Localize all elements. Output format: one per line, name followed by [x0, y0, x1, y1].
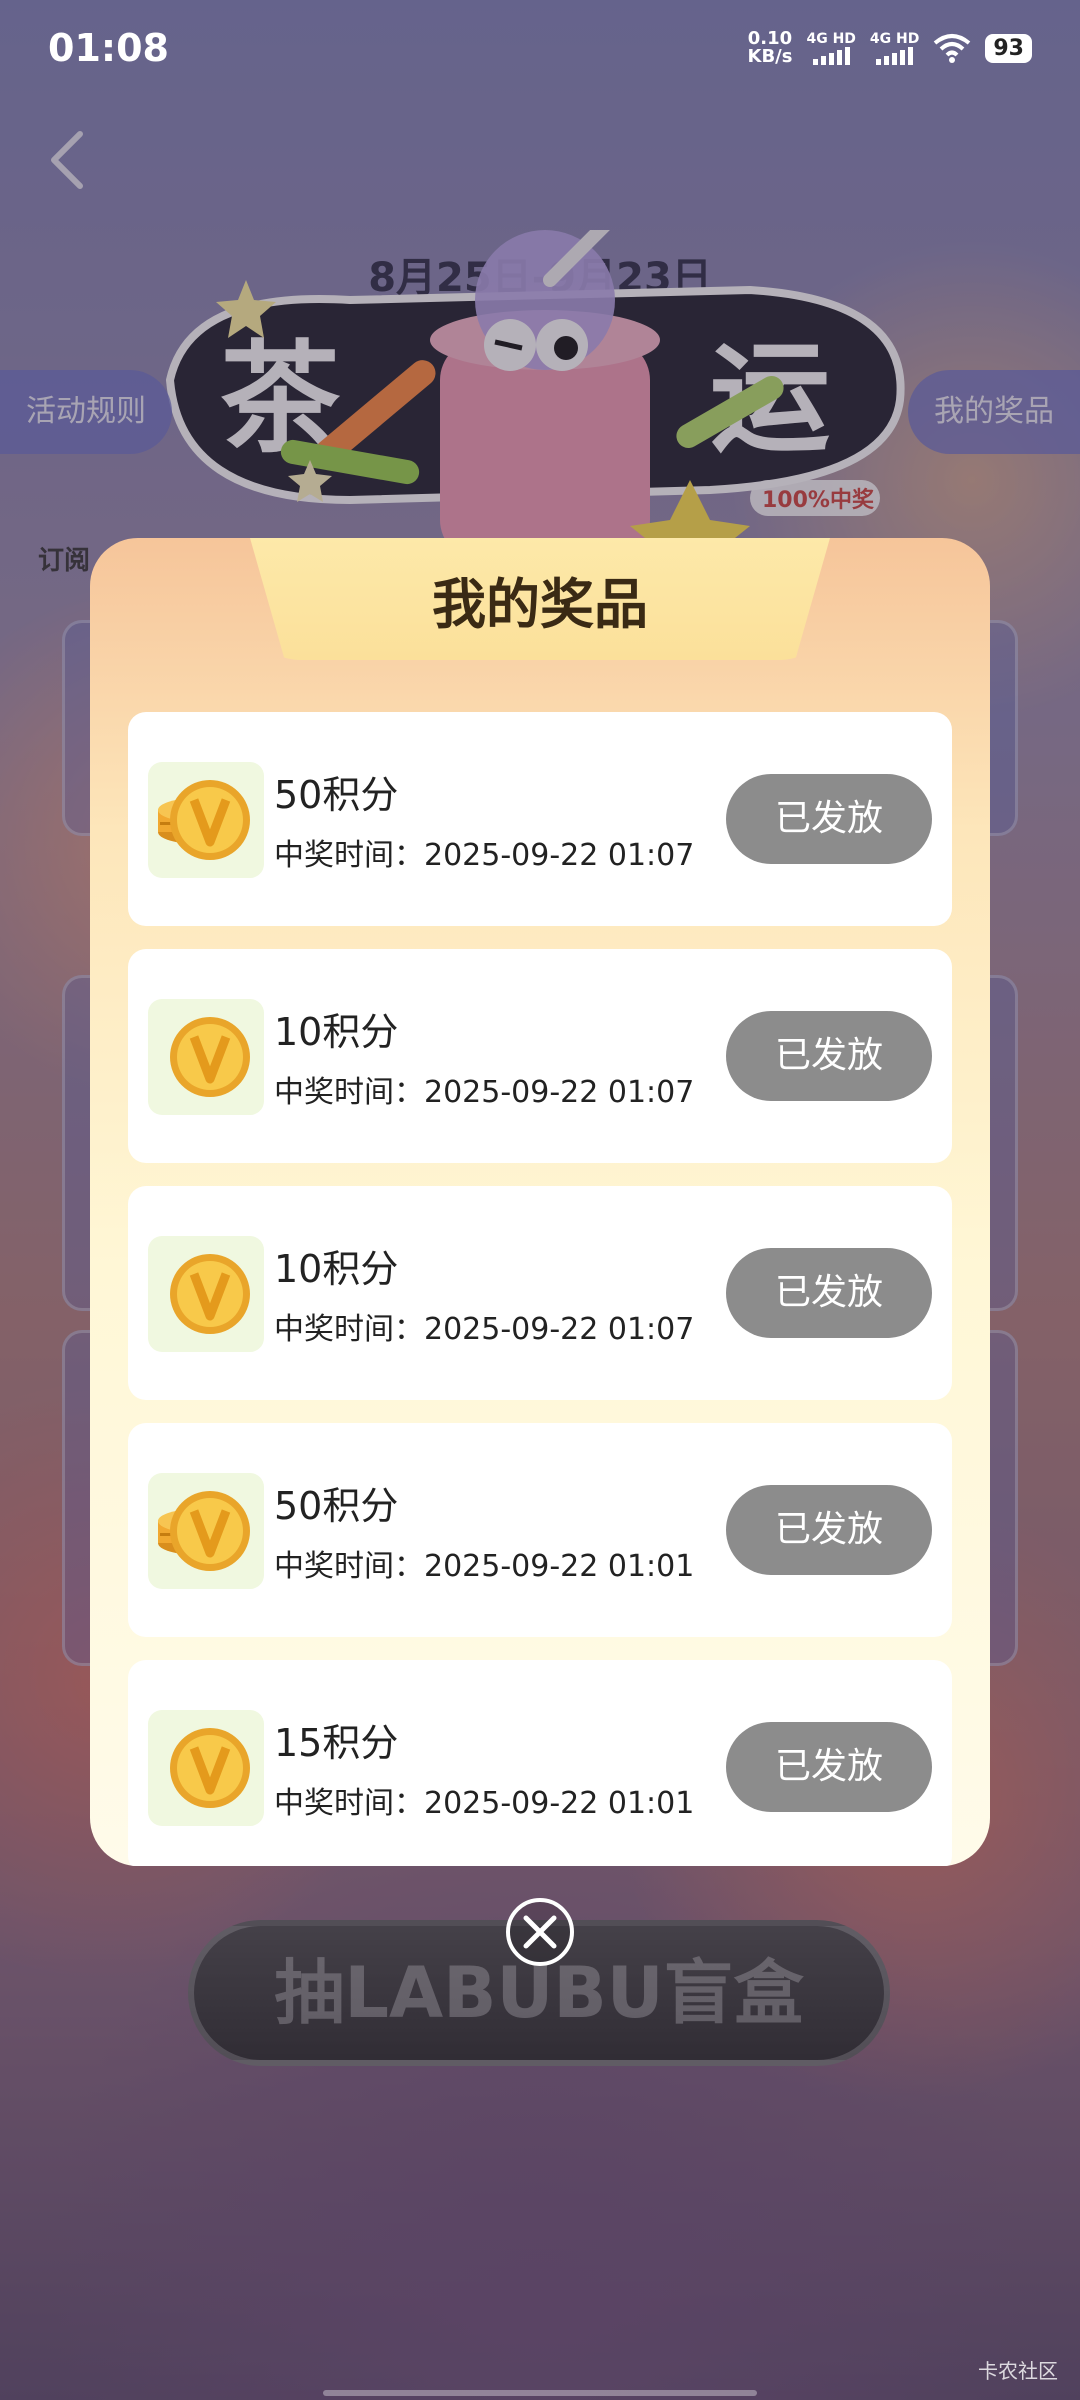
coin-stack-icon — [148, 1473, 264, 1589]
prize-card: 50积分中奖时间：2025-09-22 01:01 已发放 — [128, 1423, 952, 1637]
prize-win-time: 中奖时间：2025-09-22 01:01 — [274, 1786, 695, 1821]
coin-icon — [148, 999, 264, 1115]
prize-name: 50积分 — [274, 1484, 399, 1528]
network-speed: 0.10 KB/s — [748, 30, 793, 66]
wifi-icon — [934, 34, 971, 63]
prize-card: 10积分中奖时间：2025-09-22 01:07 已发放 — [128, 949, 952, 1163]
prize-status-button[interactable]: 已发放 — [726, 1485, 932, 1575]
battery-icon: 93 — [985, 33, 1032, 63]
prize-name: 10积分 — [274, 1010, 399, 1054]
signal-sim1-icon: 4G HD — [806, 31, 856, 65]
coin-icon — [148, 1710, 264, 1826]
prize-name: 15积分 — [274, 1721, 399, 1765]
coin-stack-icon — [148, 762, 264, 878]
prize-win-time: 中奖时间：2025-09-22 01:07 — [274, 1075, 695, 1110]
close-icon[interactable] — [505, 1897, 575, 1967]
prize-card: 15积分中奖时间：2025-09-22 01:01 已发放 — [128, 1660, 952, 1866]
prize-win-time: 中奖时间：2025-09-22 01:07 — [274, 1312, 695, 1347]
prize-name: 10积分 — [274, 1247, 399, 1291]
status-icons: 0.10 KB/s 4G HD 4G HD 93 — [748, 30, 1032, 66]
prize-card: 10积分中奖时间：2025-09-22 01:07 已发放 — [128, 1186, 952, 1400]
prize-win-time: 中奖时间：2025-09-22 01:07 — [274, 838, 695, 873]
prize-name: 50积分 — [274, 773, 399, 817]
status-time: 01:08 — [48, 26, 169, 70]
coin-icon — [148, 1236, 264, 1352]
prize-win-time: 中奖时间：2025-09-22 01:01 — [274, 1549, 695, 1584]
signal-sim2-icon: 4G HD — [870, 31, 919, 65]
network-speed-unit: KB/s — [747, 46, 793, 67]
prize-list[interactable]: 50积分 中奖时间：2025-09-22 01:07 已发放 10积分 中奖时间：202… — [128, 712, 952, 1866]
prize-status-button[interactable]: 已发放 — [726, 774, 932, 864]
sim1-label: 4G HD — [806, 31, 856, 47]
home-indicator[interactable] — [323, 2390, 757, 2396]
watermark: 卡农社区 — [978, 2359, 1058, 2383]
modal-title: 我的奖品 — [432, 573, 648, 636]
prize-status-button[interactable]: 已发放 — [726, 1011, 932, 1101]
prize-status-button[interactable]: 已发放 — [726, 1722, 932, 1812]
prize-card: 50积分中奖时间：2025-09-22 01:07 已发放 — [128, 712, 952, 926]
prize-status-button[interactable]: 已发放 — [726, 1248, 932, 1338]
status-bar: 01:08 0.10 KB/s 4G HD 4G HD 93 — [0, 0, 1080, 100]
sim2-label: 4G HD — [869, 31, 920, 47]
my-prizes-modal: 我的奖品 50积分 中奖时间：2025-09-22 01:07 已发放 10积分 中奖时… — [90, 538, 990, 1866]
